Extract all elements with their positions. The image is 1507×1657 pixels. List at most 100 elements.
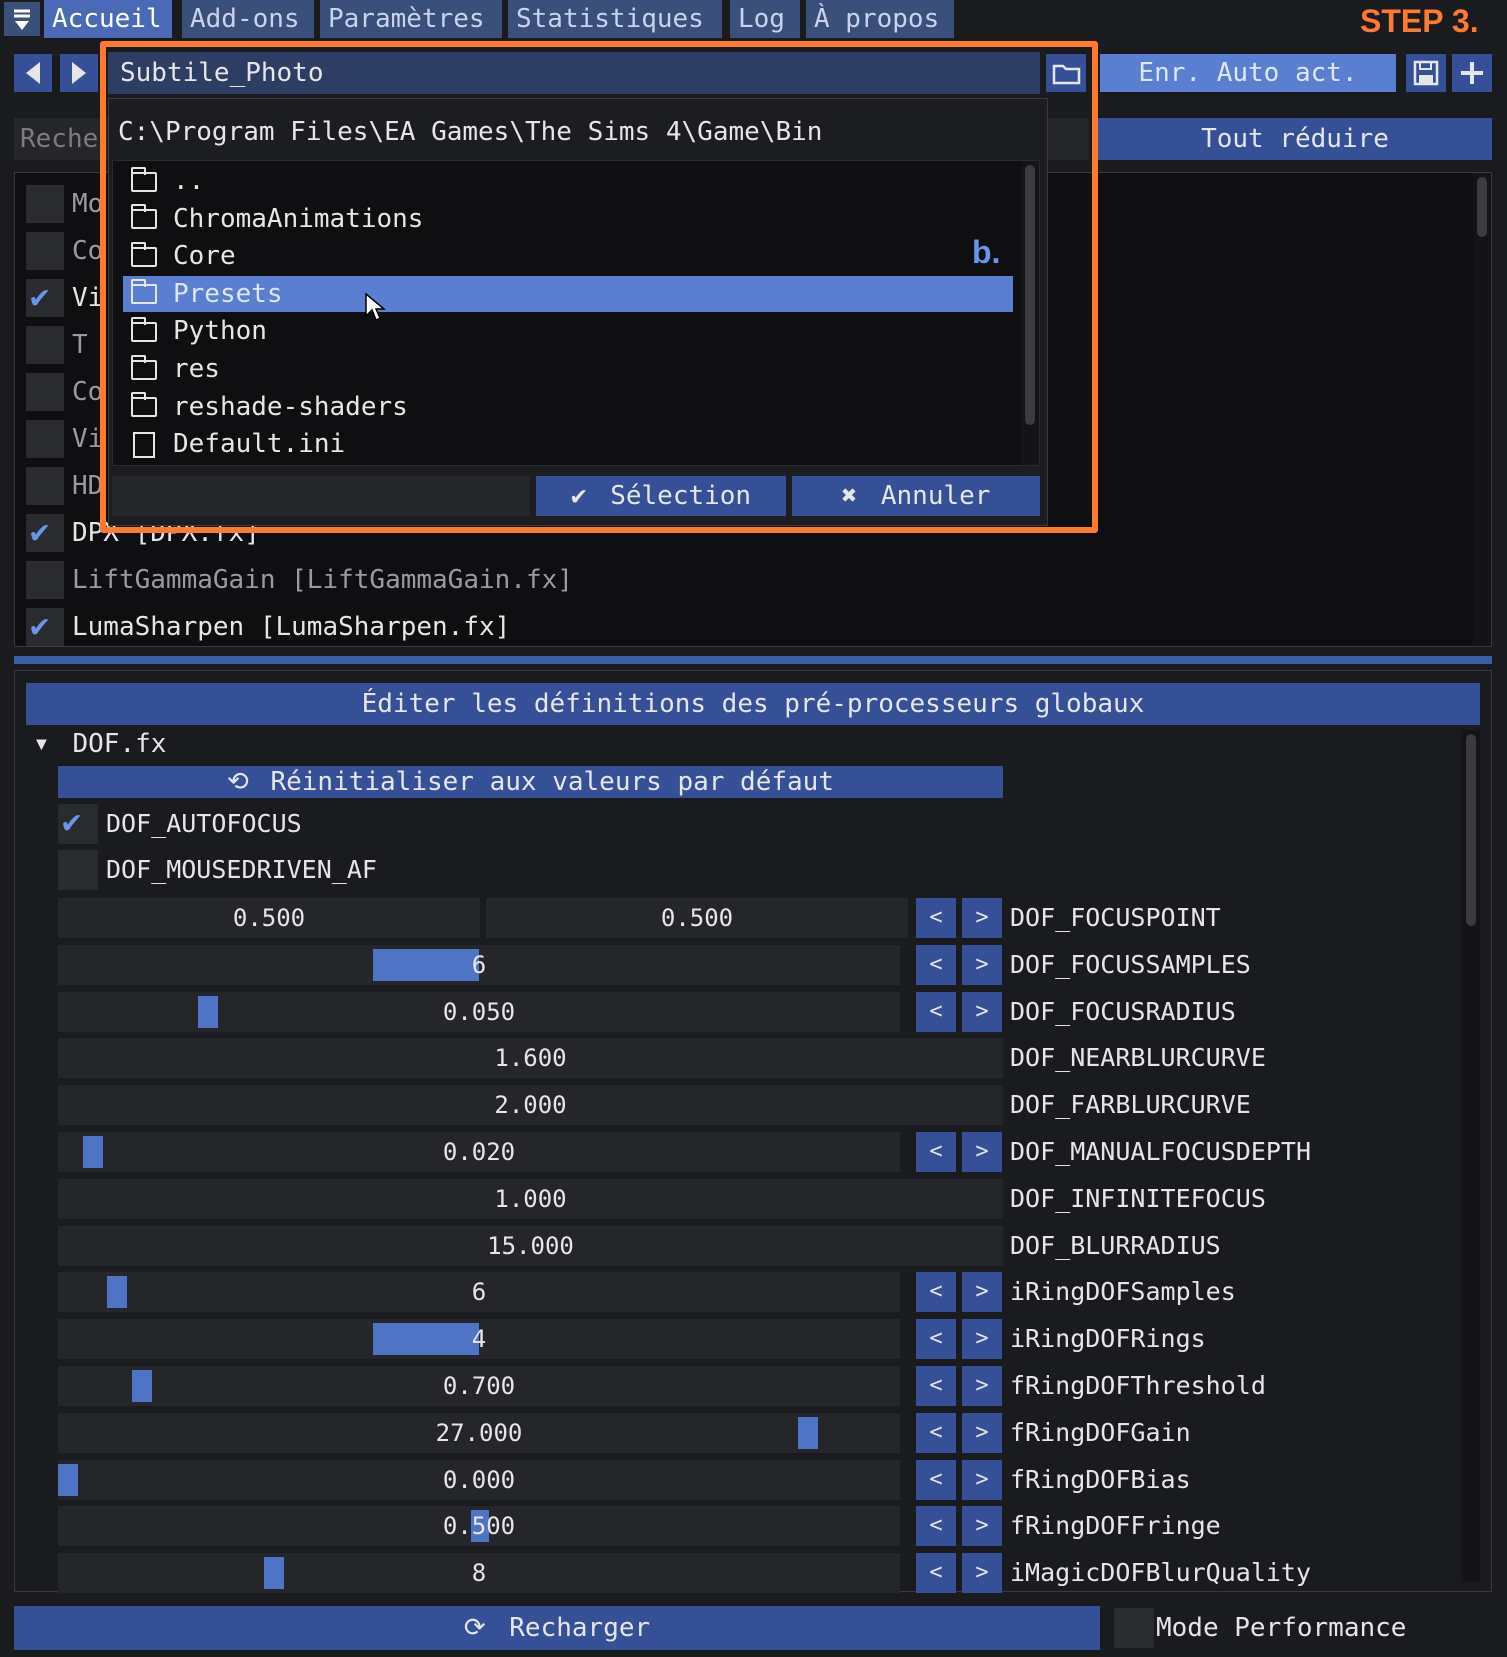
decrement-button[interactable]: < [916,1132,956,1172]
slider-grab[interactable] [373,949,479,981]
reset-defaults-button[interactable]: ⟲ Réinitialiser aux valeurs par défaut [58,766,1003,798]
performance-mode-checkbox[interactable] [1114,1608,1154,1648]
param-slider[interactable]: 0.500 [486,898,908,938]
increment-button[interactable]: > [962,1506,1002,1546]
decrement-button[interactable]: < [916,1553,956,1593]
define-checkbox[interactable] [58,850,98,890]
filename-input[interactable] [112,476,530,516]
folder-item[interactable]: reshade-shaders [123,389,1013,425]
effect-checkbox[interactable] [26,185,64,223]
param-slider[interactable]: 0.050 [58,992,900,1032]
slider-grab[interactable] [107,1276,127,1308]
increment-button[interactable]: > [962,1413,1002,1453]
slider-grab[interactable] [798,1417,818,1449]
effect-checkbox[interactable] [26,326,64,364]
define-checkbox[interactable]: ✔ [58,802,98,844]
effect-checkbox[interactable]: ✔ [26,512,64,552]
save-preset-button[interactable] [1406,54,1446,92]
add-preset-button[interactable] [1452,54,1492,92]
next-preset-button[interactable] [60,54,98,92]
increment-button[interactable]: > [962,1366,1002,1406]
collapse-all-button[interactable]: Tout réduire [1098,118,1492,160]
cancel-button[interactable]: ✖ Annuler [792,476,1040,516]
tab-accueil[interactable]: Accueil [44,0,172,38]
slider-grab[interactable] [58,1464,78,1496]
param-slider[interactable]: 2.000 [58,1085,1003,1125]
select-button[interactable]: ✔ Sélection [536,476,786,516]
folder-item[interactable]: .. [123,163,1013,199]
effect-checkbox[interactable] [26,232,64,270]
folder-item[interactable]: ChromaAnimations [123,201,1013,237]
dof-section-title: DOF.fx [72,729,167,759]
param-slider[interactable]: 0.000 [58,1460,900,1500]
param-slider[interactable]: 6 [58,1272,900,1312]
param-slider[interactable]: 1.000 [58,1179,1003,1219]
param-slider[interactable]: 27.000 [58,1413,900,1453]
param-slider[interactable]: 6 [58,945,900,985]
effect-checkbox[interactable] [26,561,64,599]
dof-section-toggle[interactable]: ▼ DOF.fx [36,724,166,764]
effect-checkbox[interactable]: ✔ [26,277,64,317]
slider-grab[interactable] [132,1370,152,1402]
effect-checkbox[interactable]: ✔ [26,606,64,646]
increment-button[interactable]: > [962,1272,1002,1312]
params-scrollbar-thumb[interactable] [1466,734,1476,926]
chevron-left-icon: < [929,1326,943,1351]
folder-item[interactable]: Python [123,313,1013,349]
browse-preset-button[interactable] [1046,54,1086,92]
param-slider[interactable]: 0.500 [58,898,480,938]
decrement-button[interactable]: < [916,992,956,1032]
increment-button[interactable]: > [962,945,1002,985]
param-slider[interactable]: 1.600 [58,1038,1003,1078]
previous-preset-button[interactable] [14,54,52,92]
slider-grab[interactable] [83,1136,103,1168]
effects-scrollbar-thumb[interactable] [1477,177,1487,237]
preset-name-field[interactable]: Subtile_Photo [108,52,1040,94]
file-list[interactable]: .. ChromaAnimations Core Presets Python res re… [112,160,1040,466]
folder-item[interactable]: Presets [123,275,1013,312]
param-slider[interactable]: 8 [58,1553,900,1593]
slider-grab[interactable] [264,1557,284,1589]
effect-checkbox[interactable] [26,467,64,505]
decrement-button[interactable]: < [916,1319,956,1359]
decrement-button[interactable]: < [916,1506,956,1546]
increment-button[interactable]: > [962,1553,1002,1593]
params-scrollbar[interactable] [1462,730,1480,1582]
folder-item[interactable]: Core [123,238,1013,274]
tab-a-propos[interactable]: À propos [806,0,954,38]
file-list-scrollbar-thumb[interactable] [1025,165,1035,425]
menu-toggle-button[interactable] [4,2,40,36]
tab-parametres[interactable]: Paramètres [320,0,502,38]
decrement-button[interactable]: < [916,945,956,985]
increment-button[interactable]: > [962,898,1002,938]
effect-checkbox[interactable] [26,420,64,458]
file-item[interactable]: Default.ini [123,426,1013,462]
slider-grab[interactable] [198,996,218,1028]
effect-checkbox[interactable] [26,373,64,411]
param-slider[interactable]: 0.020 [58,1132,900,1172]
tab-statistiques[interactable]: Statistiques [508,0,722,38]
increment-button[interactable]: > [962,1132,1002,1172]
increment-button[interactable]: > [962,1319,1002,1359]
increment-button[interactable]: > [962,1460,1002,1500]
reload-button[interactable]: ⟳ Recharger [14,1606,1100,1650]
decrement-button[interactable]: < [916,898,956,938]
tab-addons[interactable]: Add-ons [182,0,314,38]
preprocessor-header[interactable]: Éditer les définitions des pré-processeu… [26,683,1480,725]
param-slider[interactable]: 15.000 [58,1226,1003,1266]
decrement-button[interactable]: < [916,1413,956,1453]
tab-log[interactable]: Log [730,0,800,38]
param-slider[interactable]: 0.700 [58,1366,900,1406]
effects-scrollbar[interactable] [1473,173,1491,646]
slider-grab[interactable] [373,1323,479,1355]
decrement-button[interactable]: < [916,1366,956,1406]
param-slider[interactable]: 4 [58,1319,900,1359]
autosave-button[interactable]: Enr. Auto act. [1100,54,1396,92]
param-slider[interactable]: 0.500 [58,1506,900,1546]
folder-item[interactable]: res [123,351,1013,387]
decrement-button[interactable]: < [916,1272,956,1312]
file-list-scrollbar[interactable] [1021,161,1039,465]
increment-button[interactable]: > [962,992,1002,1032]
decrement-button[interactable]: < [916,1460,956,1500]
folder-icon [131,354,157,380]
